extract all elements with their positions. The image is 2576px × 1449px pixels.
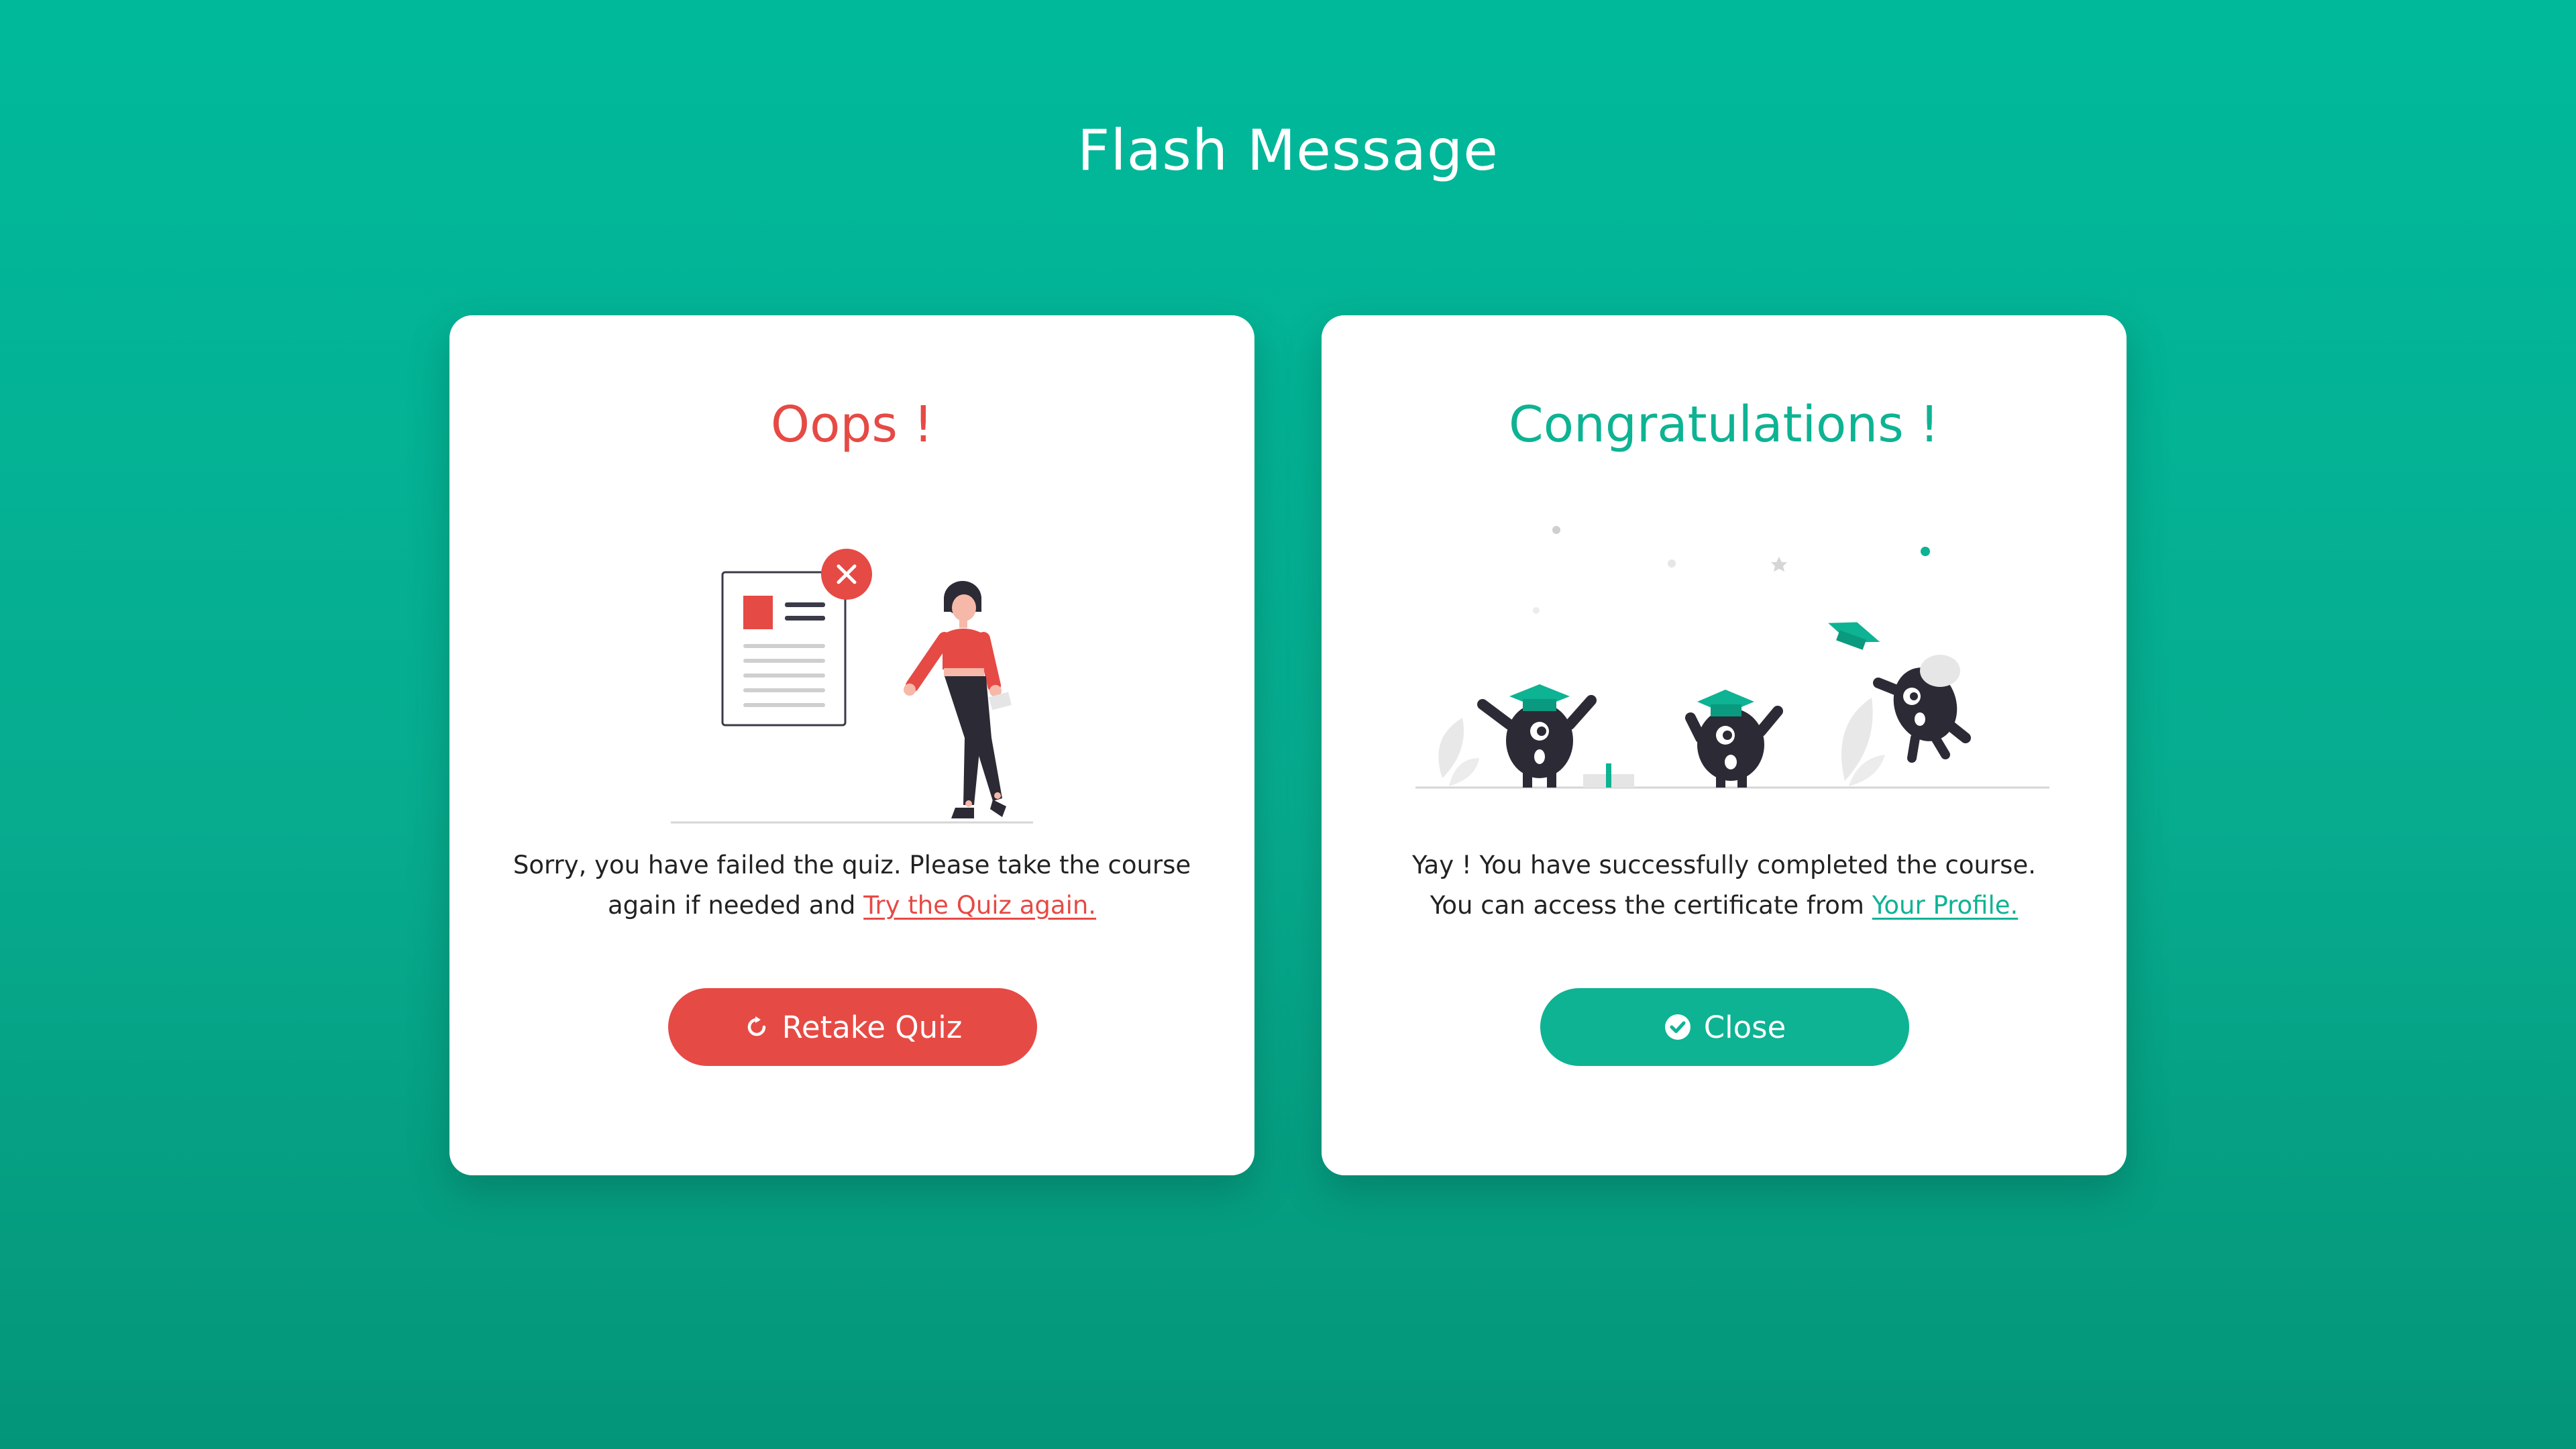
document-icon bbox=[721, 571, 847, 727]
failed-quiz-illustration bbox=[671, 549, 1033, 824]
page-title: Flash Message bbox=[1077, 117, 1499, 183]
graduation-illustration bbox=[1415, 526, 2049, 789]
success-message-line2: You can access the certificate from bbox=[1430, 891, 1872, 920]
close-icon bbox=[821, 549, 872, 600]
retake-quiz-label: Retake Quiz bbox=[782, 1009, 963, 1045]
oops-title: Oops ! bbox=[770, 396, 934, 453]
close-button[interactable]: Close bbox=[1540, 988, 1909, 1066]
quiz-failed-card: Oops ! Sorry, you have failed the quiz. … bbox=[449, 315, 1254, 1175]
close-label: Close bbox=[1703, 1009, 1786, 1045]
success-message-line1: Yay ! You have successfully completed th… bbox=[1412, 851, 2036, 879]
monster-with-cap-2 bbox=[1685, 690, 1783, 788]
gift-box-icon bbox=[1583, 763, 1634, 788]
refresh-icon bbox=[747, 1016, 765, 1036]
congratulations-title: Congratulations ! bbox=[1509, 396, 1939, 453]
try-quiz-again-link[interactable]: Try the Quiz again. bbox=[863, 891, 1096, 920]
your-profile-link[interactable]: Your Profile. bbox=[1872, 891, 2019, 920]
monster-with-cap-1 bbox=[1477, 684, 1597, 788]
leaf-icon bbox=[1841, 698, 1885, 786]
check-circle-icon bbox=[1664, 1014, 1690, 1040]
woman-figure bbox=[904, 581, 1012, 818]
course-completed-card: Congratulations ! Yay ! You have success… bbox=[1322, 315, 2127, 1175]
success-message: Yay ! You have successfully completed th… bbox=[1382, 845, 2066, 926]
leaf-icon bbox=[1438, 718, 1479, 786]
retake-quiz-button[interactable]: Retake Quiz bbox=[668, 988, 1037, 1066]
fail-message: Sorry, you have failed the quiz. Please … bbox=[510, 845, 1194, 926]
